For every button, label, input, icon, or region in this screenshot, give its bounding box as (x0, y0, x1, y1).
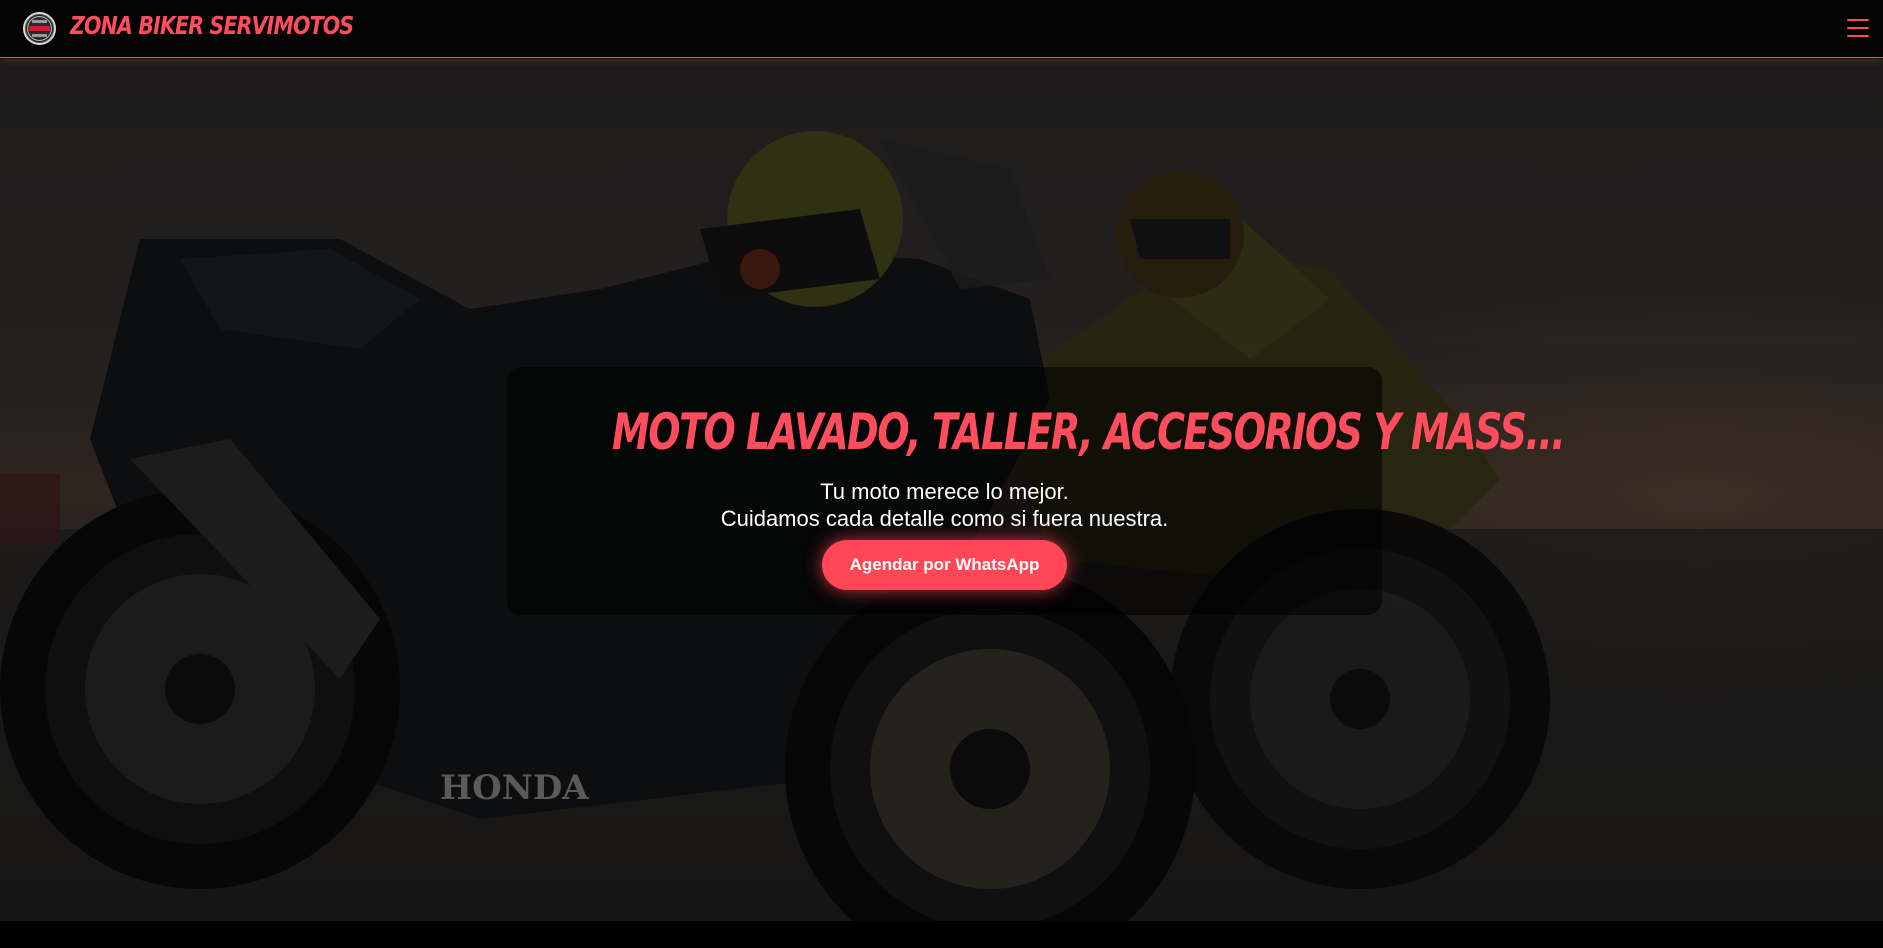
navbar: ZONA BIKER SERVIMOTOS (0, 0, 1883, 58)
hero-title: MOTO LAVADO, TALLER, ACCESORIOS Y MASS..… (612, 403, 1566, 461)
motorcycle-club-badge-icon (27, 16, 52, 41)
logo-badge-icon[interactable] (23, 12, 56, 45)
hero-subtitle-line-2: Cuidamos cada detalle como si fuera nues… (720, 506, 1169, 531)
hero-subtitle-line-1: Tu moto merece lo mejor. (820, 479, 1069, 504)
hamburger-menu-icon[interactable] (1847, 17, 1869, 39)
brand-name[interactable]: ZONA BIKER SERVIMOTOS (70, 11, 354, 40)
hero-content-card: MOTO LAVADO, TALLER, ACCESORIOS Y MASS..… (507, 367, 1566, 615)
whatsapp-booking-button[interactable]: Agendar por WhatsApp (822, 540, 1067, 590)
page-bottom-strip (0, 921, 1883, 948)
